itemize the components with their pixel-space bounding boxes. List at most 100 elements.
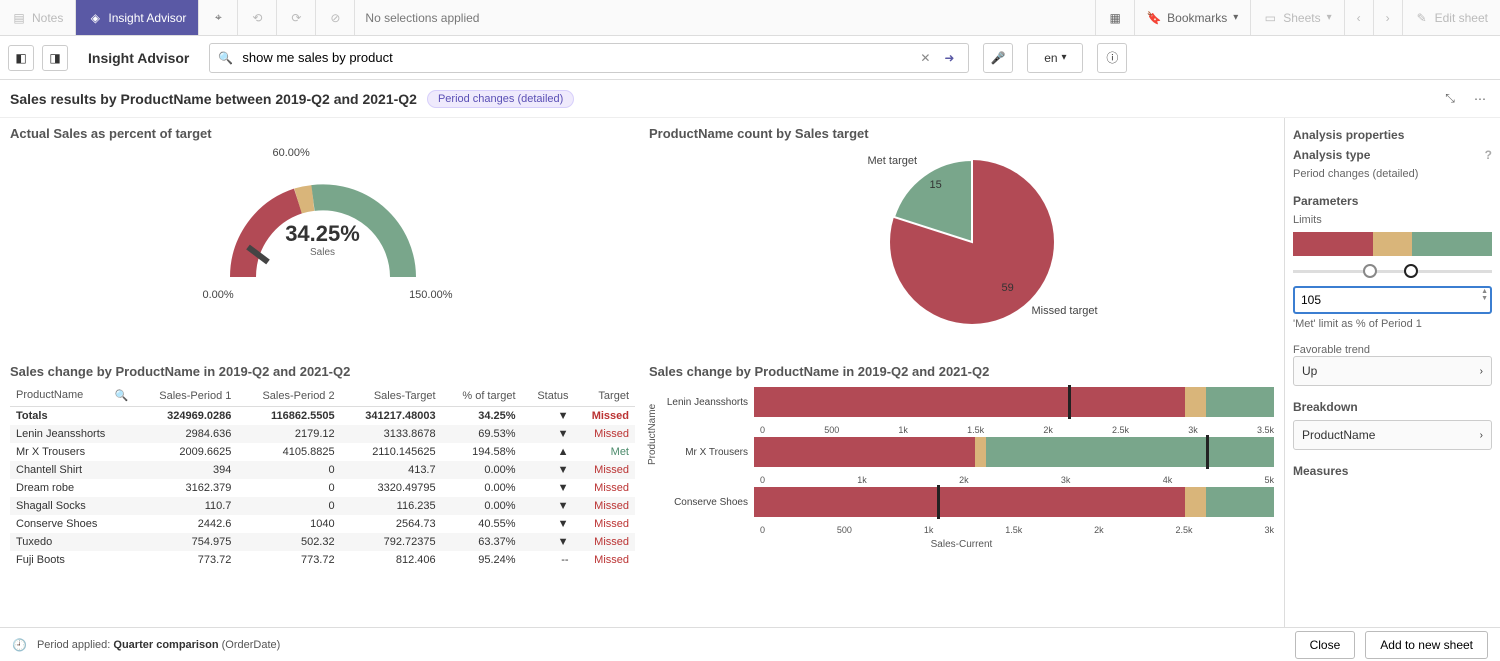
bookmarks-button[interactable]: 🔖 Bookmarks ▾ [1134, 0, 1250, 35]
right-panel-toggle[interactable]: ◨ [42, 45, 68, 71]
no-selections-text: No selections applied [355, 11, 489, 25]
bar-row: Lenin Jeansshorts [649, 385, 1274, 419]
more-button[interactable]: ⋯ [1470, 89, 1490, 109]
table-row[interactable]: Shagall Socks110.70116.2350.00%▼Missed [10, 497, 635, 515]
barchart-xlabel: Sales-Current [649, 539, 1274, 550]
clear-icon: ⊘ [328, 11, 342, 25]
bar-target-mark [1206, 435, 1209, 469]
table-row[interactable]: Tuxedo754.975502.32792.7237563.37%▼Misse… [10, 533, 635, 551]
step-forward-icon: ⟳ [289, 11, 303, 25]
table-row[interactable]: Fuji Boots773.72773.72812.40695.24%--Mis… [10, 551, 635, 569]
help-icon[interactable]: ? [1485, 148, 1492, 162]
table-row[interactable]: Dream robe3162.37903320.497950.00%▼Misse… [10, 479, 635, 497]
bar-axis: 05001k1.5k2k2.5k3k3.5k [760, 425, 1274, 435]
spin-up-icon[interactable]: ▲ [1481, 288, 1488, 295]
trend-value: Up [1302, 364, 1317, 378]
mic-button[interactable]: 🎤 [983, 43, 1013, 73]
bar-green [1206, 387, 1274, 417]
gauge-min-label: 0.00% [203, 289, 234, 301]
pie-met-label: Met target [868, 155, 918, 167]
chevron-down-icon: ▾ [1062, 52, 1067, 63]
gauge-value: 34.25% [193, 221, 453, 247]
chevron-right-icon: › [1480, 430, 1483, 441]
step-back-icon: ⟲ [250, 11, 264, 25]
pencil-icon: ✎ [1415, 11, 1429, 25]
bar-label: Conserve Shoes [649, 497, 754, 508]
table-header[interactable]: Target [575, 385, 635, 407]
search-icon: 🔍 [218, 51, 234, 65]
add-to-sheet-button[interactable]: Add to new sheet [1365, 631, 1488, 659]
table-header[interactable]: Status [522, 385, 575, 407]
mic-icon: 🎤 [991, 51, 1006, 65]
breakdown-select[interactable]: ProductName › [1293, 420, 1492, 450]
step-back-button: ⟲ [238, 0, 277, 35]
bar-tan [1185, 387, 1206, 417]
chevron-down-icon: ▾ [1233, 12, 1238, 23]
collapse-icon: ⤡ [1445, 91, 1455, 106]
chevron-right-icon: › [1386, 11, 1390, 25]
table-row[interactable]: Totals324969.0286116862.5505341217.48003… [10, 407, 635, 426]
pie-missed-count: 59 [1002, 282, 1014, 294]
gauge-max-label: 150.00% [409, 289, 452, 301]
sheets-label: Sheets [1283, 11, 1320, 25]
insight-advisor-tab[interactable]: ◈ Insight Advisor [76, 0, 199, 35]
note-icon: ▤ [12, 11, 26, 25]
table-row[interactable]: Conserve Shoes2442.610402564.7340.55%▼Mi… [10, 515, 635, 533]
barchart-card: Sales change by ProductName in 2019-Q2 a… [649, 364, 1274, 627]
lang-value: en [1044, 51, 1057, 65]
table-header[interactable]: Sales-Period 1 [134, 385, 237, 407]
parameters-heading: Parameters [1293, 194, 1492, 208]
language-select[interactable]: en ▾ [1027, 43, 1083, 73]
pie-title: ProductName count by Sales target [649, 126, 1274, 141]
step-forward-button: ⟳ [277, 0, 316, 35]
search-input[interactable] [242, 50, 912, 65]
pie-card: ProductName count by Sales target Met ta… [649, 126, 1274, 356]
edit-label: Edit sheet [1435, 11, 1488, 25]
analysis-title: Sales results by ProductName between 201… [10, 91, 417, 107]
table-header[interactable]: ProductName🔍 [10, 385, 134, 407]
clear-selections-button: ⊘ [316, 0, 355, 35]
analysis-type-heading: Analysis type [1293, 148, 1370, 162]
favorable-trend-select[interactable]: Up › [1293, 356, 1492, 386]
table-header[interactable]: % of target [442, 385, 522, 407]
bar-label: Mr X Trousers [649, 447, 754, 458]
sheets-button: ▭ Sheets ▾ [1250, 0, 1343, 35]
bar-target-mark [1068, 385, 1071, 419]
gauge-title: Actual Sales as percent of target [10, 126, 635, 141]
collapse-button[interactable]: ⤡ [1440, 89, 1460, 109]
period-applied-text: Period applied: Quarter comparison (Orde… [37, 639, 280, 651]
page-title: Insight Advisor [76, 50, 201, 66]
table-row[interactable]: Lenin Jeansshorts2984.6362179.123133.867… [10, 425, 635, 443]
table-card: Sales change by ProductName in 2019-Q2 a… [10, 364, 635, 627]
measures-heading: Measures [1293, 464, 1492, 478]
table-row[interactable]: Mr X Trousers2009.66254105.88252110.1456… [10, 443, 635, 461]
close-button[interactable]: Close [1295, 631, 1356, 659]
limit-input[interactable] [1293, 286, 1492, 314]
search-icon[interactable]: 🔍 [115, 389, 129, 402]
table-header[interactable]: Sales-Target [341, 385, 442, 407]
spin-down-icon[interactable]: ▼ [1481, 295, 1488, 302]
gauge-sublabel: Sales [193, 247, 453, 258]
bar-target-mark [937, 485, 940, 519]
smart-search-button[interactable]: ⌖ [199, 0, 238, 35]
chevron-right-icon: › [1480, 366, 1483, 377]
bookmarks-label: Bookmarks [1167, 11, 1227, 25]
left-panel-toggle[interactable]: ◧ [8, 45, 34, 71]
grid-button[interactable]: ▦ [1095, 0, 1134, 35]
limits-colorbar [1293, 232, 1492, 256]
search-wrapper[interactable]: 🔍 ✕ ➜ [209, 43, 969, 73]
notes-label: Notes [32, 11, 63, 25]
table-row[interactable]: Chantell Shirt3940413.70.00%▼Missed [10, 461, 635, 479]
bar-row: Conserve Shoes [649, 485, 1274, 519]
submit-arrow-icon[interactable]: ➜ [944, 51, 960, 65]
limits-slider[interactable] [1293, 262, 1492, 282]
info-button[interactable]: ⓘ [1097, 43, 1127, 73]
table-header[interactable]: Sales-Period 2 [237, 385, 340, 407]
analysis-properties-panel: Analysis properties Analysis type? Perio… [1284, 118, 1500, 627]
insight-icon: ◈ [88, 11, 102, 25]
grid-icon: ▦ [1108, 11, 1122, 25]
clear-input-icon[interactable]: ✕ [920, 51, 936, 65]
next-sheet-button: › [1373, 0, 1402, 35]
bar-green [1206, 487, 1274, 517]
table-title: Sales change by ProductName in 2019-Q2 a… [10, 364, 635, 379]
